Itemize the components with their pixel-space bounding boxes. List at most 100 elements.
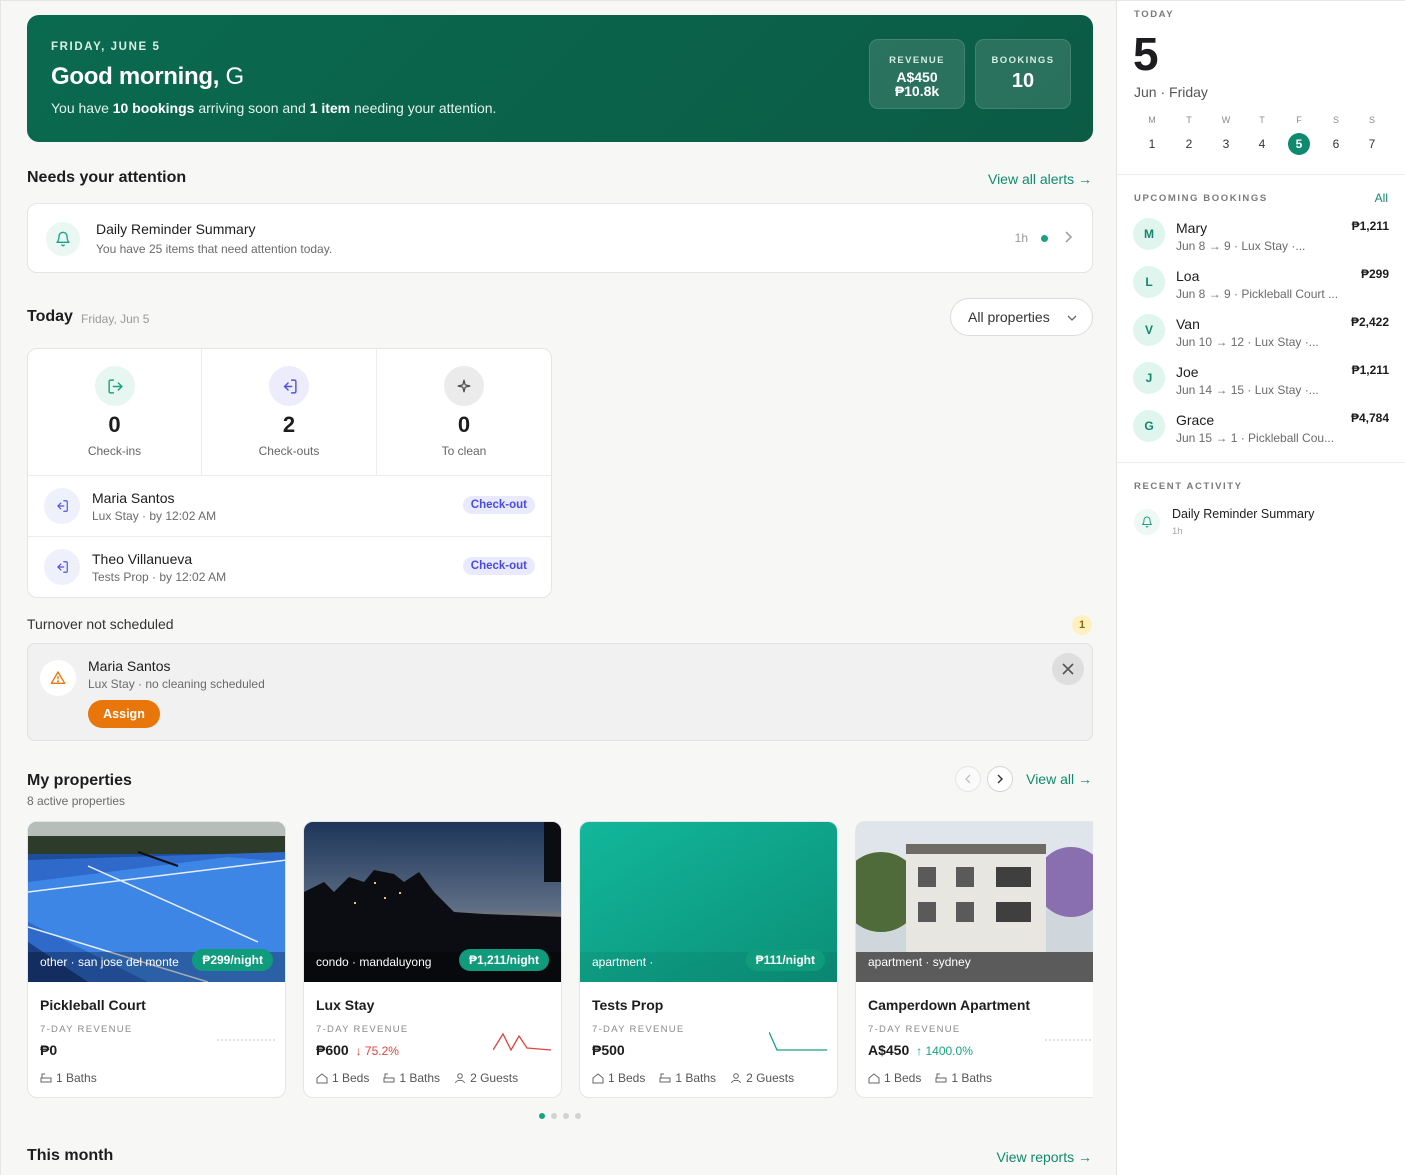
greeting-banner: FRIDAY, JUNE 5 Good morning, G You have … <box>27 15 1093 142</box>
calendar-day-selected[interactable]: 5 <box>1288 133 1310 155</box>
bed-amenity: 1 Beds <box>868 1071 921 1085</box>
checkout-icon <box>269 366 309 406</box>
status-badge: Check-out <box>462 496 535 514</box>
property-card[interactable]: other · san jose del monte ₱299/night Pi… <box>27 821 286 1098</box>
property-price: ₱111/night <box>745 949 825 971</box>
warning-icon <box>40 660 76 696</box>
divider <box>1117 174 1405 175</box>
carousel-dot[interactable] <box>575 1113 581 1119</box>
carousel-next-button[interactable] <box>987 766 1013 792</box>
avatar: J <box>1133 362 1165 394</box>
property-location: apartment · <box>592 955 654 969</box>
bath-amenity: 1 Baths <box>935 1071 992 1085</box>
activity-time: 1h <box>1172 526 1183 537</box>
greeting-summary: You have 10 bookings arriving soon and 1… <box>51 100 497 116</box>
calendar-day[interactable]: 1 <box>1134 137 1170 151</box>
sparkle-icon <box>444 366 484 406</box>
list-item[interactable]: Maria Santos Lux Stay · by 12:02 AM Chec… <box>28 476 551 537</box>
bell-icon <box>46 222 80 256</box>
calendar-day[interactable]: 7 <box>1354 137 1390 151</box>
property-price: ₱299/night <box>192 949 273 971</box>
calendar-day[interactable]: 6 <box>1318 137 1354 151</box>
calendar-day[interactable]: 2 <box>1171 137 1207 151</box>
carousel-prev-button[interactable] <box>955 766 981 792</box>
turnover-sub: Lux Stay · no cleaning scheduled <box>88 677 265 691</box>
booking-item[interactable]: L Loa Jun 8 → 9 · Pickleball Court ... ₱… <box>1117 259 1405 307</box>
chevron-right-icon <box>1062 230 1074 249</box>
property-name: Pickleball Court <box>40 997 146 1013</box>
booking-item[interactable]: J Joe Jun 14 → 15 · Lux Stay ·... ₱1,211 <box>1117 355 1405 403</box>
properties-title: My properties <box>27 772 132 789</box>
week-strip: M T W T F S S 1 2 3 4 5 6 7 <box>1134 115 1405 159</box>
today-day-number: 5 <box>1133 28 1159 80</box>
property-name: Lux Stay <box>316 997 375 1013</box>
carousel-dot[interactable] <box>563 1113 569 1119</box>
checkouts-stat[interactable]: 2 Check-outs <box>202 349 377 476</box>
bath-amenity: 1 Baths <box>40 1071 97 1085</box>
property-amenities: 1 Beds 1 Baths 2 Guests <box>316 1071 518 1085</box>
view-reports-link[interactable]: View reports → <box>997 1149 1092 1165</box>
property-filter-select[interactable]: All properties <box>950 298 1093 336</box>
today-title: Today <box>27 308 73 325</box>
alert-time: 1h <box>1014 231 1028 245</box>
attention-title: Needs your attention <box>27 169 187 186</box>
user-name: G <box>225 63 244 90</box>
property-card[interactable]: apartment · ₱111/night Tests Prop 7-DAY … <box>579 821 838 1098</box>
upcoming-all-link[interactable]: All <box>1375 191 1388 205</box>
revenue-sparkline <box>1045 1039 1093 1041</box>
activity-item[interactable]: Daily Reminder Summary 1h <box>1117 501 1405 545</box>
booking-item[interactable]: M Mary Jun 8 → 9 · Lux Stay ·... ₱1,211 <box>1117 211 1405 259</box>
calendar-day[interactable]: 3 <box>1208 137 1244 151</box>
revenue-change: ↓ 75.2% <box>355 1044 399 1058</box>
assign-button[interactable]: Assign <box>88 700 160 728</box>
property-price: ₱1,211/night <box>458 949 549 971</box>
carousel-dot[interactable] <box>539 1113 545 1119</box>
properties-subtitle: 8 active properties <box>27 794 126 808</box>
today-overview-card: 0 Check-ins 2 Check-outs 0 To clean Mari… <box>27 348 552 598</box>
revenue-change: ↑ 1400.0% <box>916 1044 973 1058</box>
right-sidebar: TODAY 5 Jun · Friday M T W T F S S 1 2 3… <box>1116 0 1405 1175</box>
turnover-title: Turnover not scheduled <box>27 616 174 632</box>
turnover-guest: Maria Santos <box>88 658 171 674</box>
bath-amenity: 1 Baths <box>659 1071 716 1085</box>
avatar: V <box>1133 314 1165 346</box>
guest-amenity: 2 Guests <box>730 1071 794 1085</box>
property-revenue: ₱500 <box>592 1042 625 1058</box>
this-month-title: This month <box>27 1147 114 1164</box>
checkin-icon <box>95 366 135 406</box>
bed-amenity: 1 Beds <box>592 1071 645 1085</box>
view-all-properties-link[interactable]: View all → <box>1026 771 1092 787</box>
bath-amenity: 1 Baths <box>383 1071 440 1085</box>
chevron-down-icon <box>1066 311 1078 329</box>
main-content: FRIDAY, JUNE 5 Good morning, G You have … <box>0 0 1116 1175</box>
property-name: Camperdown Apartment <box>868 997 1031 1013</box>
avatar: G <box>1133 410 1165 442</box>
unread-dot <box>1041 235 1048 242</box>
avatar: M <box>1133 218 1165 250</box>
today-label: TODAY <box>1134 9 1175 20</box>
turnover-count-badge: 1 <box>1072 615 1092 635</box>
revenue-stat: REVENUE A$450 ₱10.8k <box>869 39 965 109</box>
calendar-day[interactable]: 4 <box>1244 137 1280 151</box>
booking-item[interactable]: V Van Jun 10 → 12 · Lux Stay ·... ₱2,422 <box>1117 307 1405 355</box>
checkins-stat[interactable]: 0 Check-ins <box>28 349 202 476</box>
to-clean-stat[interactable]: 0 To clean <box>377 349 551 476</box>
bed-amenity: 1 Beds <box>316 1071 369 1085</box>
carousel-dots <box>539 1113 581 1119</box>
alert-subtitle: You have 25 items that need attention to… <box>96 242 333 256</box>
guest-amenity: 2 Guests <box>454 1071 518 1085</box>
carousel-dot[interactable] <box>551 1113 557 1119</box>
view-all-alerts-link[interactable]: View all alerts → <box>988 171 1092 187</box>
list-item[interactable]: Theo Villanueva Tests Prop · by 12:02 AM… <box>28 537 551 597</box>
alert-item[interactable]: Daily Reminder Summary You have 25 items… <box>27 203 1093 273</box>
divider <box>1117 462 1405 463</box>
greeting-title: Good morning, G <box>51 63 244 90</box>
booking-item[interactable]: G Grace Jun 15 → 1 · Pickleball Cou... ₱… <box>1117 403 1405 451</box>
property-revenue: ₱0 <box>40 1042 58 1058</box>
property-card[interactable]: condo · mandaluyong ₱1,211/night Lux Sta… <box>303 821 562 1098</box>
property-amenities: 1 Baths <box>40 1071 97 1085</box>
property-card[interactable]: apartment · sydney Camperdown Apartment … <box>855 821 1093 1098</box>
property-location: other · san jose del monte <box>40 955 179 969</box>
close-icon[interactable] <box>1052 653 1084 685</box>
property-location: condo · mandaluyong <box>316 955 432 969</box>
